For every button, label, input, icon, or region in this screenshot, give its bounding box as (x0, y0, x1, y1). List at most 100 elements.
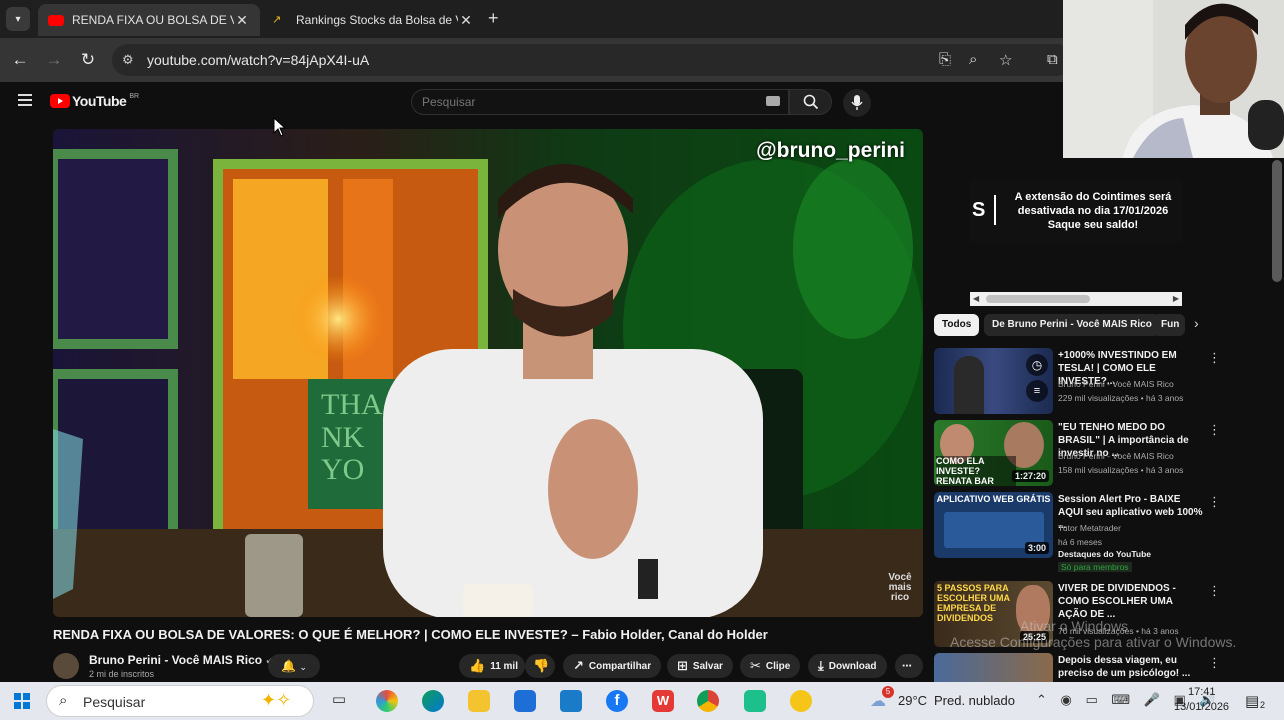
channel-avatar[interactable] (53, 653, 79, 679)
recommendation-title: Depois dessa viagem, eu preciso de um ps… (1058, 655, 1191, 679)
extensions-icon[interactable]: ⧉ (1047, 51, 1058, 68)
bookmark-star-icon[interactable]: ☆ (999, 51, 1012, 69)
install-app-icon[interactable]: ⎘ (939, 51, 951, 68)
clock-time[interactable]: 17:41 (1188, 686, 1216, 698)
members-only-badge: Só para membros (1058, 562, 1132, 572)
more-options-icon[interactable]: ⋮ (1208, 583, 1221, 599)
svg-text:NK: NK (321, 421, 365, 454)
task-view-icon[interactable]: ▭ (328, 690, 350, 712)
svg-text:THA: THA (321, 388, 383, 421)
weather-temperature[interactable]: 29°C (898, 693, 927, 708)
clock-date[interactable]: 13/01/2026 (1174, 701, 1229, 713)
forward-icon[interactable]: → (42, 48, 66, 72)
like-button[interactable]: 👍 11 mil (459, 654, 525, 678)
notification-bell-button[interactable]: 🔔 ⌄ (268, 654, 320, 678)
notification-count: 2 (1260, 700, 1266, 710)
ad-scrollbar[interactable]: ◀ ▶ (970, 292, 1182, 306)
more-options-icon[interactable]: ⋮ (1208, 655, 1221, 671)
edge-icon[interactable] (422, 690, 444, 712)
watch-later-icon[interactable]: ◷ (1026, 354, 1048, 376)
channel-name[interactable]: Bruno Perini - Você MAIS Rico ✔ (89, 653, 274, 667)
recommendation-item[interactable]: ◷ ≡ +1000% INVESTINDO EM TESLA! | COMO E… (934, 348, 1224, 414)
video-duration: 3:00 (1024, 542, 1049, 554)
copilot-sparkle-icon[interactable]: ✦✧ (261, 690, 291, 711)
chip-channel[interactable]: De Bruno Perini - Você MAIS Rico (984, 314, 1160, 336)
weather-badge: 5 (882, 686, 894, 698)
reload-icon[interactable]: ↻ (76, 48, 100, 72)
recommendation-item[interactable]: Depois dessa viagem, eu preciso de um ps… (934, 653, 1224, 682)
tab-title: Rankings Stocks da Bolsa de Valores (296, 13, 458, 27)
close-tab-icon[interactable]: ✕ (234, 12, 250, 29)
youtube-play-icon (50, 94, 70, 108)
chip-fun[interactable]: Fun (1153, 314, 1185, 336)
recommendation-meta: 158 mil visualizações • há 3 anos (1058, 465, 1184, 475)
recommendation-item[interactable]: APLICATIVO WEB GRÁTIS 3:00 Session Alert… (934, 492, 1224, 572)
video-player[interactable]: THA NK YO @bruno_perini Você mais rico (53, 129, 923, 617)
more-options-icon[interactable]: ⋮ (1208, 494, 1221, 510)
save-button[interactable]: ⊞ Salvar (667, 654, 733, 678)
thumbs-up-icon: 👍 (469, 658, 486, 673)
voice-search-button[interactable] (843, 89, 871, 117)
add-to-queue-icon[interactable]: ≡ (1026, 380, 1048, 402)
new-tab-button[interactable]: + (488, 8, 499, 29)
chip-all[interactable]: Todos (934, 314, 980, 336)
dislike-button[interactable]: 👎 (525, 654, 555, 678)
bell-icon: 🔔 (281, 659, 297, 673)
more-options-icon[interactable]: ⋮ (1208, 422, 1221, 438)
app-icon[interactable] (790, 690, 812, 712)
facebook-icon[interactable]: f (606, 690, 628, 712)
search-box[interactable] (411, 89, 789, 115)
more-options-icon[interactable]: ⋮ (1208, 350, 1221, 366)
recommendation-channel: Tutor Metatrader (1058, 523, 1121, 533)
ad-text: A extensão do Cointimes será desativada … (1014, 191, 1172, 231)
thumbs-down-icon: 👎 (533, 658, 550, 673)
keyboard-icon[interactable] (766, 96, 780, 106)
menu-icon[interactable] (18, 94, 32, 109)
file-explorer-icon[interactable] (468, 690, 490, 712)
address-bar[interactable]: ⚙ youtube.com/watch?v=84jApX4I-uA ⎘ ⌕ ☆ … (112, 44, 1072, 76)
tab-search-chevron-icon[interactable]: ▾ (6, 7, 30, 31)
recommendation-title: VIVER DE DIVIDENDOS - COMO ESCOLHER UMA … (1058, 583, 1176, 620)
scroll-thumb[interactable] (986, 295, 1090, 303)
copilot-icon[interactable] (376, 690, 398, 712)
taskbar-search-box[interactable]: ⌕ Pesquisar ✦✧ (46, 685, 314, 717)
page-scrollbar-thumb[interactable] (1272, 160, 1282, 282)
close-tab-icon[interactable]: ✕ (458, 12, 474, 29)
ad-logo: S (972, 199, 986, 221)
video-thumbnail[interactable]: APLICATIVO WEB GRÁTIS 3:00 (934, 492, 1053, 558)
tab-youtube[interactable]: RENDA FIXA OU BOLSA DE VALORES ✕ (38, 4, 260, 36)
windows-taskbar: ⌕ Pesquisar ✦✧ ▭ f W ☁ 5 29°C Pred. nubl… (0, 682, 1284, 720)
windows-start-icon[interactable] (14, 693, 30, 709)
tab-rankings[interactable]: ↗ Rankings Stocks da Bolsa de Valores ✕ (262, 4, 484, 36)
search-button[interactable] (789, 89, 832, 115)
video-watermark: @bruno_perini (756, 139, 905, 162)
windows-activation-watermark: Ativar o Windows Acesse Configurações pa… (950, 618, 1237, 650)
clip-button[interactable]: ✂ Clipe (740, 654, 801, 678)
recommendation-channel: Bruno Perini - Você MAIS Rico (1058, 379, 1174, 389)
video-thumbnail[interactable]: COMO ELA INVESTE? RENATA BAR 1:27:20 (934, 420, 1053, 486)
webcam-overlay (1063, 0, 1284, 158)
microsoft-store-icon[interactable] (514, 690, 536, 712)
url-text[interactable]: youtube.com/watch?v=84jApX4I-uA (147, 52, 369, 68)
app-icon[interactable] (744, 690, 766, 712)
site-info-icon[interactable]: ⚙ (122, 52, 134, 68)
youtube-logo[interactable]: YouTube BR (50, 93, 139, 109)
ad-banner[interactable]: S A extensão do Cointimes será desativad… (970, 179, 1182, 243)
back-icon[interactable]: ← (8, 48, 32, 72)
video-thumbnail[interactable]: ◷ ≡ (934, 348, 1053, 414)
download-button[interactable]: ⤓ Download (808, 654, 887, 678)
scroll-left-icon[interactable]: ◀ (973, 294, 979, 303)
chrome-icon[interactable] (697, 690, 719, 712)
recommendation-item[interactable]: COMO ELA INVESTE? RENATA BAR 1:27:20 "EU… (934, 420, 1224, 486)
chevron-right-icon[interactable]: › (1194, 315, 1199, 331)
more-actions-button[interactable]: ⋯ (895, 654, 923, 678)
share-button[interactable]: ↗ Compartilhar (563, 654, 662, 678)
wps-office-icon[interactable]: W (652, 690, 674, 712)
outlook-icon[interactable] (560, 690, 582, 712)
search-input[interactable] (422, 95, 752, 109)
weather-condition[interactable]: Pred. nublado (934, 693, 1015, 708)
notification-icon[interactable]: ▤ (1245, 692, 1259, 710)
zoom-icon[interactable]: ⌕ (969, 51, 977, 68)
video-thumbnail[interactable] (934, 653, 1053, 682)
scroll-right-icon[interactable]: ▶ (1173, 294, 1179, 303)
